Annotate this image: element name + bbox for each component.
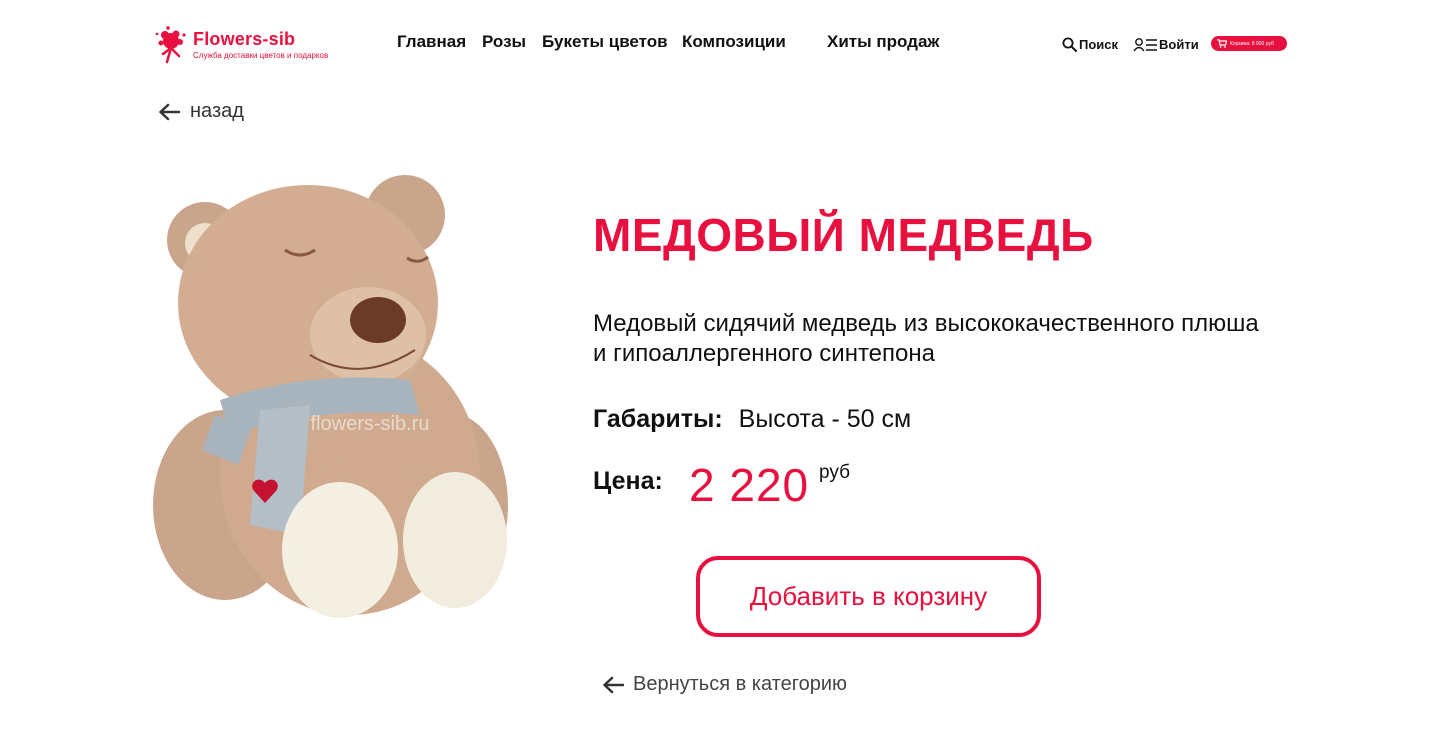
image-watermark: flowers-sib.ru xyxy=(311,413,430,435)
dimensions-value: Высота - 50 см xyxy=(738,405,912,433)
search-icon xyxy=(1062,37,1077,52)
back-link[interactable]: назад xyxy=(158,100,244,123)
nav-item-home[interactable]: Главная xyxy=(397,32,466,52)
brand-tagline: Служба доставки цветов и подарков xyxy=(193,51,329,60)
dimensions-row: Габариты: Высота - 50 см xyxy=(593,405,911,434)
price-label: Цена: xyxy=(593,467,663,495)
site-header: Flowers-sib Служба доставки цветов и под… xyxy=(0,0,1440,86)
cart-label: Корзина: 8 900 руб xyxy=(1230,40,1274,47)
product-title: МЕДОВЫЙ МЕДВЕДЬ xyxy=(593,209,1094,261)
back-to-category-label: Вернуться в категорию xyxy=(633,673,847,695)
dimensions-label: Габариты: xyxy=(593,405,723,433)
flower-logo-icon xyxy=(155,26,186,64)
product-description: Медовый сидячий медведь из высококачеств… xyxy=(593,310,1259,367)
brand-name: Flowers-sib xyxy=(193,29,296,49)
price-currency: руб xyxy=(819,462,850,483)
price-value: 2 220 xyxy=(689,459,810,511)
nav-item-roses[interactable]: Розы xyxy=(482,32,526,52)
nav-item-compositions[interactable]: Композиции xyxy=(682,32,786,52)
cart-button[interactable]: Корзина: 8 900 руб xyxy=(1211,36,1287,51)
login-button[interactable]: Войти xyxy=(1133,35,1199,53)
add-to-cart-label: Добавить в корзину xyxy=(749,581,988,611)
arrow-left-icon xyxy=(603,676,624,693)
add-to-cart-button[interactable]: Добавить в корзину xyxy=(696,556,1041,637)
search-label: Поиск xyxy=(1079,36,1119,52)
product-image: flowers-sib.ru xyxy=(153,175,508,618)
cart-icon xyxy=(1217,39,1227,48)
back-to-category-link[interactable]: Вернуться в категорию xyxy=(602,673,847,696)
brand-logo[interactable]: Flowers-sib Служба доставки цветов и под… xyxy=(154,25,344,65)
back-link-label: назад xyxy=(190,100,244,122)
user-menu-icon xyxy=(1133,37,1157,51)
nav-item-bestsellers[interactable]: Хиты продаж xyxy=(827,32,939,52)
search-button[interactable]: Поиск xyxy=(1062,35,1118,53)
teddy-bear-illustration xyxy=(153,175,508,618)
arrow-left-icon xyxy=(159,103,180,120)
nav-item-bouquets[interactable]: Букеты цветов xyxy=(542,32,668,52)
login-label: Войти xyxy=(1159,36,1199,52)
